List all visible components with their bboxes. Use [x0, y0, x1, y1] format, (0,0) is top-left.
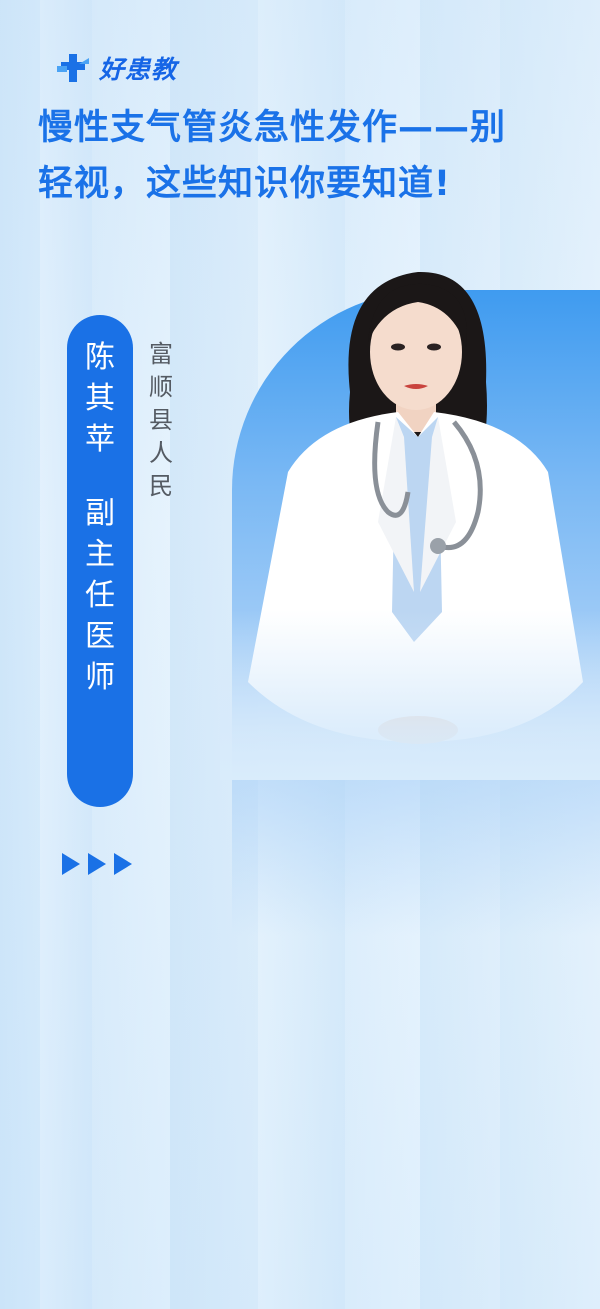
title-line-2: 轻视，这些知识你要知道! [38, 164, 451, 204]
medical-cross-logo-icon [57, 54, 89, 82]
doctor-name: 陈其苹 [85, 340, 115, 457]
portrait-fade [220, 610, 600, 780]
play-triangle-icon [62, 853, 80, 875]
play-triangle-icon [114, 853, 132, 875]
title-line-1: 慢性支气管炎急性发作——别 [38, 108, 507, 148]
page-title: 慢性支气管炎急性发作——别 轻视，这些知识你要知道! [38, 100, 583, 212]
arrow-decoration [62, 853, 132, 875]
doctor-position: 副主任医师 [85, 496, 115, 695]
brand-name: 好患教 [99, 55, 178, 84]
play-triangle-icon [88, 853, 106, 875]
brand-logo: 好患教 [55, 50, 177, 86]
doctor-hospital: 富顺县人民 [149, 340, 173, 500]
doctor-name-badge: 陈其苹 副主任医师 [67, 315, 133, 807]
